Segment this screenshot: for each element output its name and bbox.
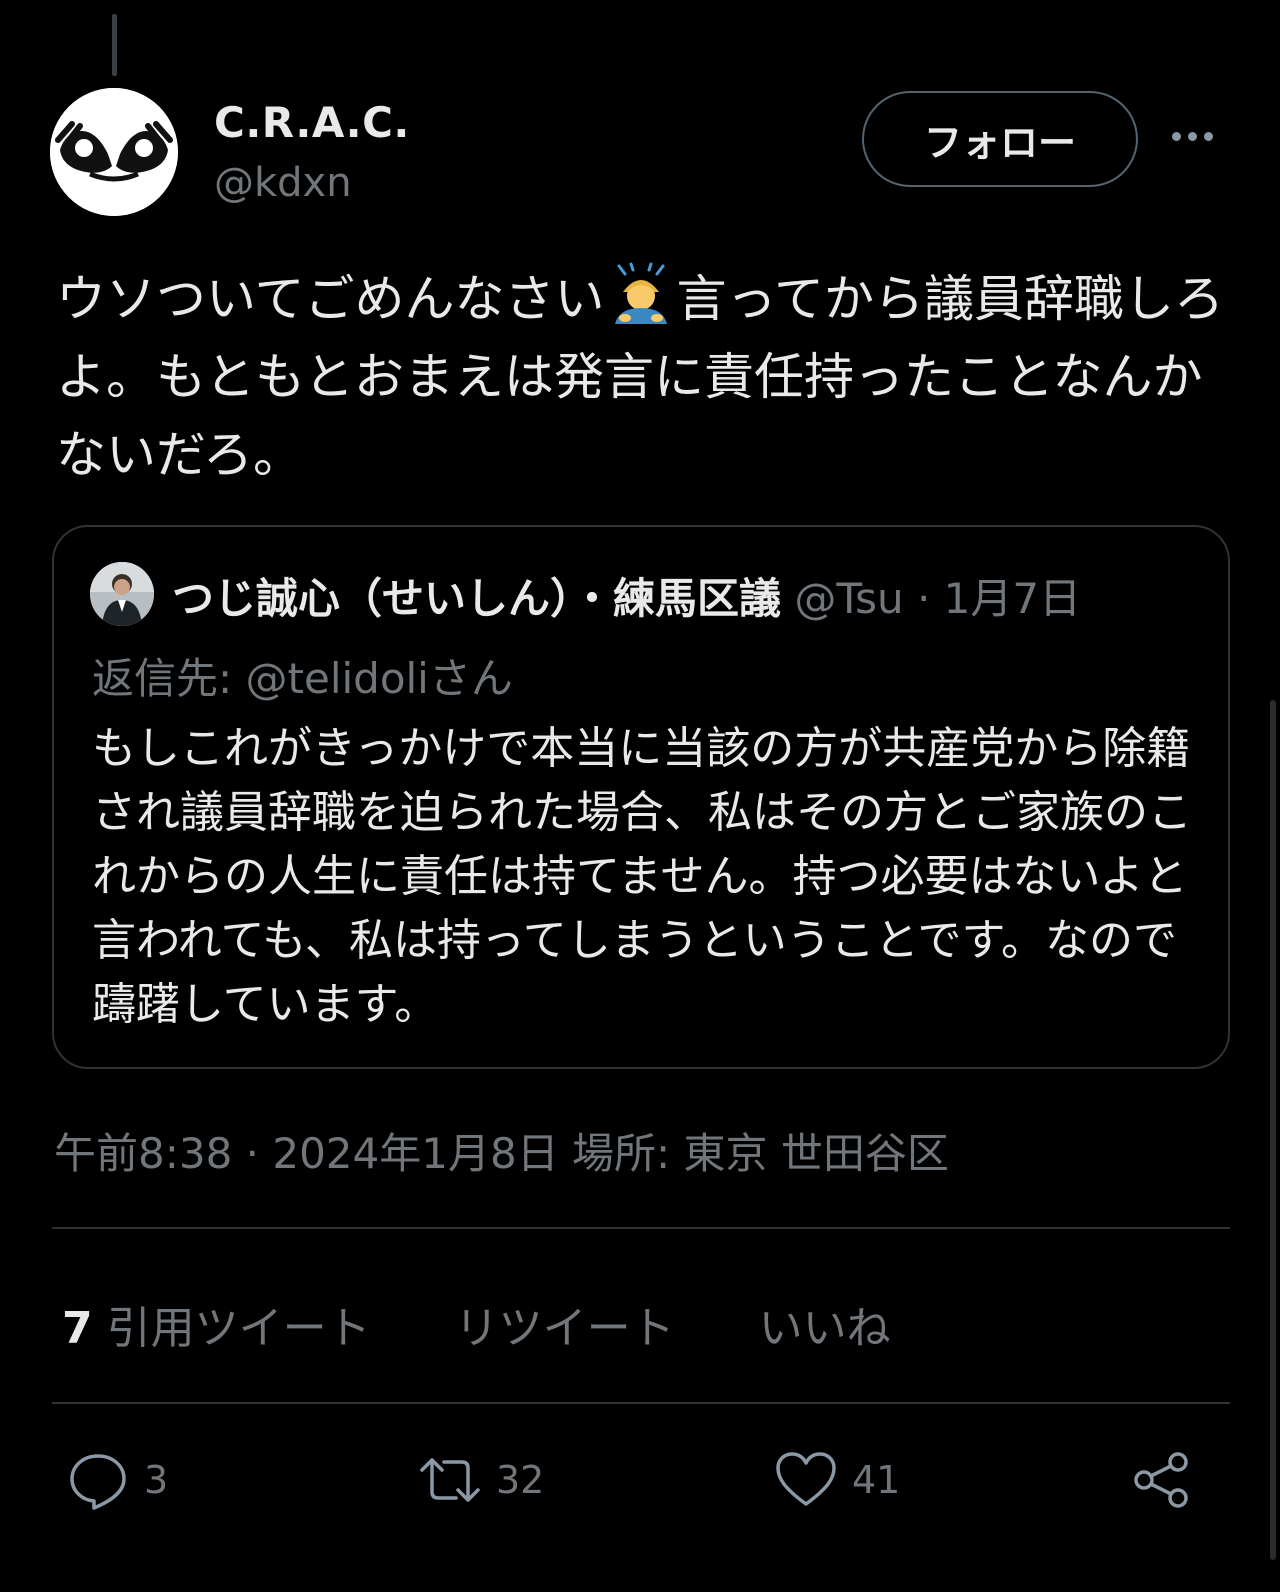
share-action[interactable] bbox=[1130, 1448, 1194, 1512]
quote-count: 7 bbox=[62, 1303, 93, 1354]
reply-action[interactable]: 3 bbox=[66, 1448, 168, 1512]
hand-gesture-logo-icon bbox=[50, 88, 178, 216]
scrollbar[interactable] bbox=[1270, 700, 1276, 1560]
like-action[interactable]: 41 bbox=[774, 1448, 900, 1512]
more-horizontal-icon[interactable] bbox=[1172, 124, 1222, 148]
retweet-count: 32 bbox=[496, 1458, 545, 1502]
quoted-tweet-text: もしこれがきっかけで本当に当該の方が共産党から除籍され議員辞職を迫られた場合、私… bbox=[92, 723, 1192, 1030]
follow-button[interactable]: フォロー bbox=[862, 91, 1138, 187]
person-bowing-emoji-icon bbox=[614, 262, 667, 324]
heart-icon bbox=[776, 1452, 836, 1506]
person-photo-icon bbox=[90, 562, 154, 626]
retweet-action[interactable]: 32 bbox=[418, 1448, 544, 1512]
like-count: 41 bbox=[852, 1458, 901, 1502]
quoted-author-name[interactable]: つじ誠心（せいしん）・練馬区議 bbox=[172, 574, 781, 623]
author-display-name[interactable]: C.R.A.C. bbox=[214, 98, 410, 147]
quoted-author-handle[interactable]: @Tsu bbox=[794, 574, 903, 623]
quoted-tweet-card[interactable]: つじ誠心（せいしん）・練馬区議 @Tsu · 1月7日 返信先: @telido… bbox=[52, 525, 1230, 1069]
quote-label: 引用ツイート bbox=[106, 1303, 371, 1354]
reply-icon bbox=[70, 1454, 126, 1510]
divider bbox=[52, 1227, 1230, 1229]
quoted-author-avatar bbox=[90, 562, 154, 626]
retweet-icon bbox=[420, 1458, 480, 1502]
tweet-stats: 7 引用ツイート リツイート いいね bbox=[62, 1292, 961, 1356]
tweet-text-part1: ウソついてごめんなさい bbox=[56, 270, 605, 328]
tweet-timestamp[interactable]: 午前8:38 · 2024年1月8日 場所: 東京 世田谷区 bbox=[54, 1120, 949, 1181]
reply-count: 3 bbox=[144, 1458, 169, 1502]
reply-to-handle[interactable]: @telidoliさん bbox=[246, 654, 513, 703]
author-avatar[interactable] bbox=[50, 88, 178, 216]
retweets-stat[interactable]: リツイート bbox=[455, 1292, 675, 1356]
quoted-reply-context: 返信先: @telidoliさん bbox=[92, 645, 513, 706]
author-handle[interactable]: @kdxn bbox=[214, 160, 352, 206]
quoted-date[interactable]: 1月7日 bbox=[944, 574, 1081, 623]
tweet-text: ウソついてごめんなさい 言ってから議員辞職しろよ。もともとおまえは発言に責任持っ… bbox=[56, 260, 1236, 494]
likes-stat[interactable]: いいね bbox=[759, 1292, 891, 1356]
quoted-separator: · bbox=[916, 574, 944, 623]
quoted-header: つじ誠心（せいしん）・練馬区議 @Tsu · 1月7日 bbox=[172, 565, 1081, 626]
quote-tweets-stat[interactable]: 7 引用ツイート bbox=[62, 1292, 371, 1356]
share-icon bbox=[1134, 1452, 1188, 1508]
reply-to-label: 返信先: bbox=[92, 654, 233, 703]
thread-connector-line bbox=[112, 14, 117, 76]
divider bbox=[52, 1402, 1230, 1404]
